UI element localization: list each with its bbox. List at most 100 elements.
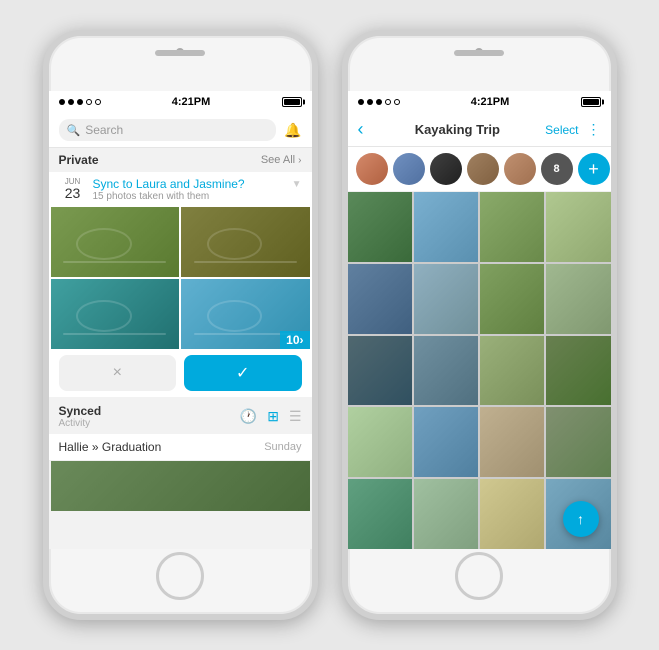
battery-left xyxy=(282,97,302,107)
search-input-container[interactable]: 🔍 Search xyxy=(59,119,277,141)
synced-section: Synced Activity 🕐 ⊞ ☰ Hallie » Graduatio… xyxy=(49,399,312,511)
dot3r xyxy=(376,99,382,105)
decline-icon: × xyxy=(113,364,122,382)
sync-card: JUN 23 Sync to Laura and Jasmine? 15 pho… xyxy=(49,172,312,397)
search-placeholder: Search xyxy=(85,123,123,137)
pg-photo-12[interactable] xyxy=(546,336,610,406)
time-right: 4:21PM xyxy=(471,96,510,108)
pg-photo-11[interactable] xyxy=(480,336,544,406)
signal-dots-right xyxy=(358,99,400,105)
pg-photo-2[interactable] xyxy=(414,192,478,262)
search-bar: 🔍 Search 🔔 xyxy=(49,113,312,148)
dot5 xyxy=(95,99,101,105)
battery-right xyxy=(581,97,601,107)
search-icon: 🔍 xyxy=(67,124,81,137)
pg-photo-16[interactable] xyxy=(546,407,610,477)
photo-3[interactable] xyxy=(51,279,180,349)
select-button[interactable]: Select xyxy=(545,123,578,137)
photo-2-overlay xyxy=(181,207,310,277)
clock-icon[interactable]: 🕐 xyxy=(240,408,257,425)
pg-photo-9[interactable] xyxy=(348,336,412,406)
decline-button[interactable]: × xyxy=(59,355,177,391)
photo-2[interactable] xyxy=(181,207,310,277)
speaker-right xyxy=(454,50,504,56)
album-header: ‹ Kayaking Trip Select ⋮ xyxy=(348,113,611,147)
dot2r xyxy=(367,99,373,105)
left-iphone: 4:21PM 🔍 Search 🔔 Private See All › xyxy=(43,30,318,620)
pg-photo-8[interactable] xyxy=(546,264,610,334)
avatar-4[interactable] xyxy=(467,153,499,185)
pg-photo-5[interactable] xyxy=(348,264,412,334)
pg-photo-14[interactable] xyxy=(414,407,478,477)
more-photos-badge: 10› xyxy=(280,331,309,349)
see-all-arrow-icon: › xyxy=(298,155,301,166)
private-section-header: Private See All › xyxy=(49,148,312,172)
status-right-left xyxy=(282,97,302,107)
date-badge: JUN 23 xyxy=(59,177,87,200)
action-buttons: × ✓ xyxy=(49,349,312,397)
avatar-1[interactable] xyxy=(356,153,388,185)
kayaking-photo-grid: ↑ xyxy=(348,192,611,549)
pg-photo-15[interactable] xyxy=(480,407,544,477)
pg-photo-1[interactable] xyxy=(348,192,412,262)
card-expand-icon[interactable]: ▼ xyxy=(292,179,302,190)
list-icon[interactable]: ☰ xyxy=(289,408,302,425)
accept-button[interactable]: ✓ xyxy=(184,355,302,391)
synced-view-icons: 🕐 ⊞ ☰ xyxy=(240,408,302,425)
photo-3-overlay xyxy=(51,279,180,349)
avatar-count[interactable]: 8 xyxy=(541,153,573,185)
photo-4[interactable]: 10› xyxy=(181,279,310,349)
status-bar-right: 4:21PM xyxy=(348,91,611,113)
signal-dots xyxy=(59,99,101,105)
back-button[interactable]: ‹ xyxy=(358,119,364,140)
dot1r xyxy=(358,99,364,105)
avatar-row: 8 + xyxy=(348,147,611,192)
share-fab-icon: ↑ xyxy=(577,511,584,527)
synced-arrow-icon: » xyxy=(92,440,102,454)
left-screen: 4:21PM 🔍 Search 🔔 Private See All › xyxy=(49,91,312,549)
pg-photo-6[interactable] xyxy=(414,264,478,334)
avatar-5[interactable] xyxy=(504,153,536,185)
pg-photo-19[interactable] xyxy=(480,479,544,549)
status-bar-left: 4:21PM xyxy=(49,91,312,113)
pg-photo-18[interactable] xyxy=(414,479,478,549)
photo-1-overlay xyxy=(51,207,180,277)
pg-photo-3[interactable] xyxy=(480,192,544,262)
time-left: 4:21PM xyxy=(172,96,211,108)
card-header: JUN 23 Sync to Laura and Jasmine? 15 pho… xyxy=(49,172,312,207)
more-button[interactable]: ⋮ xyxy=(587,121,601,138)
battery-fill-right xyxy=(583,99,599,105)
avatar-2[interactable] xyxy=(393,153,425,185)
speaker xyxy=(155,50,205,56)
pg-photo-10[interactable] xyxy=(414,336,478,406)
add-person-button[interactable]: + xyxy=(578,153,610,185)
see-all-button[interactable]: See All › xyxy=(261,154,302,166)
grid-icon[interactable]: ⊞ xyxy=(267,408,279,425)
pg-photo-7[interactable] xyxy=(480,264,544,334)
date-day: 23 xyxy=(65,186,81,200)
status-right-right xyxy=(581,97,601,107)
right-screen: 4:21PM ‹ Kayaking Trip Select ⋮ 8 + xyxy=(348,91,611,549)
card-subtitle: 15 photos taken with them xyxy=(93,191,286,202)
private-title: Private xyxy=(59,153,99,167)
pg-photo-13[interactable] xyxy=(348,407,412,477)
share-fab-button[interactable]: ↑ xyxy=(563,501,599,537)
pg-photo-4[interactable] xyxy=(546,192,610,262)
dot2 xyxy=(68,99,74,105)
synced-item-date: Sunday xyxy=(264,441,301,453)
synced-title-group: Synced Activity xyxy=(59,404,102,429)
synced-thumbnail xyxy=(51,461,310,511)
dot4r xyxy=(385,99,391,105)
card-title[interactable]: Sync to Laura and Jasmine? xyxy=(93,177,286,191)
photo-1[interactable] xyxy=(51,207,180,277)
dot3 xyxy=(77,99,83,105)
accept-icon: ✓ xyxy=(236,363,249,383)
avatar-3[interactable] xyxy=(430,153,462,185)
pg-photo-17[interactable] xyxy=(348,479,412,549)
right-iphone: 4:21PM ‹ Kayaking Trip Select ⋮ 8 + xyxy=(342,30,617,620)
photo-grid: 10› xyxy=(51,207,310,349)
synced-item[interactable]: Hallie » Graduation Sunday xyxy=(49,434,312,461)
dot4 xyxy=(86,99,92,105)
dot1 xyxy=(59,99,65,105)
bell-icon[interactable]: 🔔 xyxy=(284,122,301,139)
